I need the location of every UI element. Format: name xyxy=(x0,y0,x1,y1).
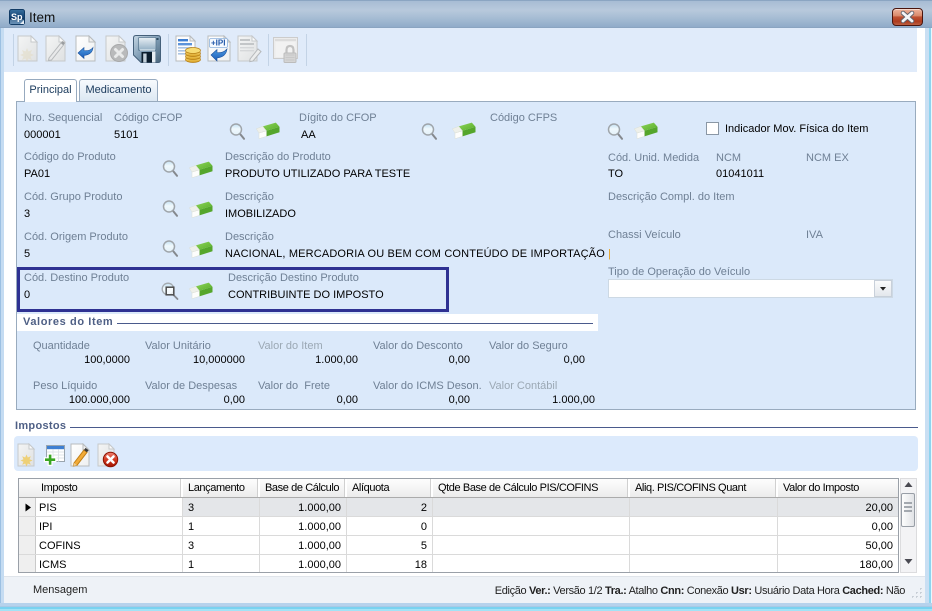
svg-text:Sp: Sp xyxy=(11,12,23,22)
svg-text:+IPI: +IPI xyxy=(211,39,225,48)
